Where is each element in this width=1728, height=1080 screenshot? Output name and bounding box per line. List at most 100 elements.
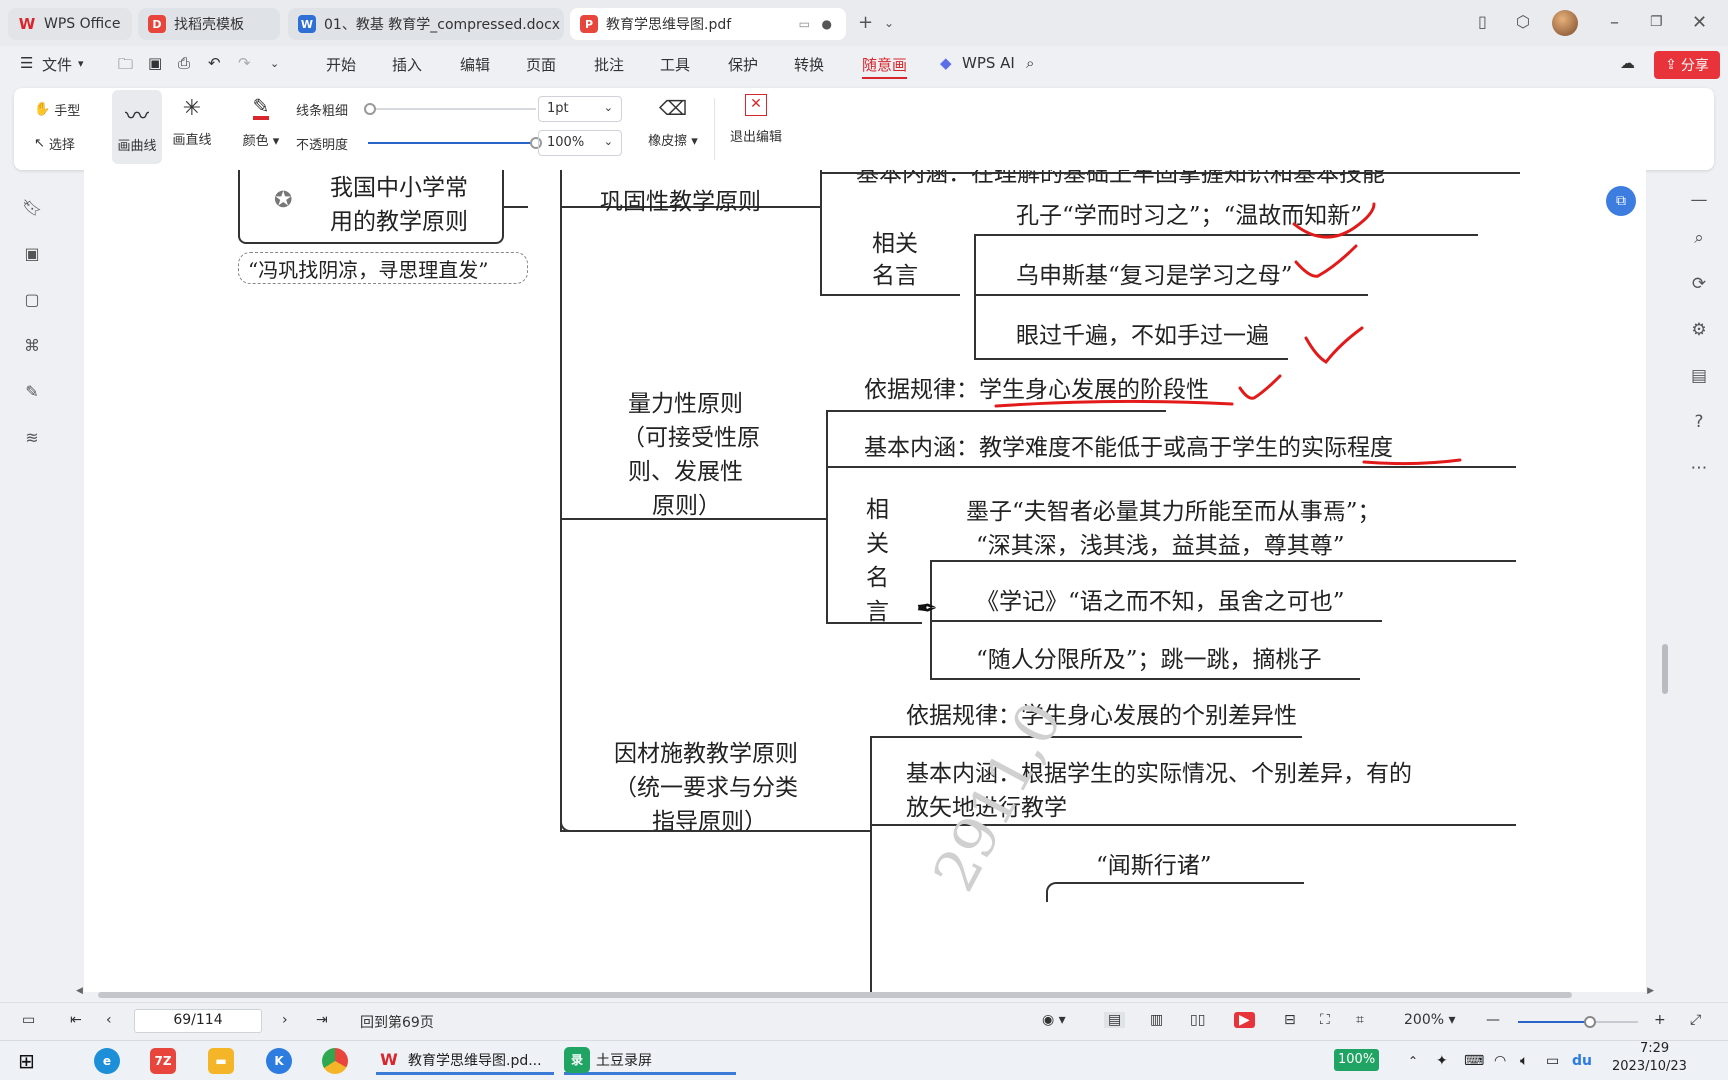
cube-icon[interactable]: ⬡ bbox=[1516, 12, 1530, 31]
draw-curve-button[interactable]: 〰 画曲线 bbox=[112, 90, 162, 164]
unsaved-dot-icon[interactable]: ● bbox=[822, 17, 832, 31]
menu-freehand[interactable]: 随意画 bbox=[862, 54, 908, 79]
taskbar-recorder[interactable]: 录 土豆录屏 bbox=[564, 1046, 736, 1075]
redo-icon[interactable]: ↷ bbox=[238, 54, 251, 72]
hamburger-icon[interactable]: ☰ bbox=[20, 54, 33, 72]
more-icon[interactable]: ⋯ bbox=[1688, 458, 1710, 480]
tab-wps-home[interactable]: W WPS Office bbox=[8, 8, 132, 40]
tray-keyboard-icon[interactable]: ⌨ bbox=[1464, 1047, 1484, 1075]
opacity-slider[interactable] bbox=[368, 137, 542, 149]
file-explorer-icon[interactable]: ▬ bbox=[208, 1047, 240, 1075]
new-tab-icon[interactable]: + bbox=[858, 12, 873, 33]
tab-list-chevron-icon[interactable]: ⌄ bbox=[884, 16, 894, 30]
menu-file[interactable]: 文件 bbox=[42, 54, 72, 75]
menu-edit[interactable]: 编辑 bbox=[460, 54, 490, 75]
zoom-slider[interactable] bbox=[1518, 1016, 1638, 1028]
share-button[interactable]: ⇪ 分享 bbox=[1654, 51, 1720, 79]
scroll-right-icon[interactable]: ▶ bbox=[1647, 986, 1654, 996]
continuous-view-icon[interactable]: ▥ bbox=[1150, 1012, 1163, 1028]
crop-icon[interactable]: ⌗ bbox=[1356, 1012, 1364, 1028]
color-button[interactable]: ✎ 颜色 ▾ bbox=[238, 96, 284, 149]
back-to-page-link[interactable]: 回到第69页 bbox=[360, 1012, 434, 1032]
exit-edit-button[interactable]: ✕ 退出编辑 bbox=[722, 94, 790, 145]
close-icon[interactable]: ✕ bbox=[1692, 12, 1707, 33]
sidebar-toggle-icon[interactable]: ▯ bbox=[1478, 12, 1487, 31]
baidu-icon[interactable]: du bbox=[1572, 1047, 1592, 1075]
page-number-input[interactable]: 69/114 bbox=[134, 1009, 262, 1033]
settings-sliders-icon[interactable]: ⚙ bbox=[1688, 320, 1710, 342]
minimize-icon[interactable]: – bbox=[1610, 12, 1619, 33]
comment-icon[interactable]: ▢ bbox=[22, 290, 42, 310]
line-width-thumb[interactable] bbox=[364, 103, 376, 115]
search-icon[interactable]: ⌕ bbox=[1026, 54, 1034, 72]
menu-protect[interactable]: 保护 bbox=[728, 54, 758, 75]
horizontal-scrollbar[interactable]: ◀ ▶ bbox=[76, 986, 1654, 1000]
start-icon[interactable]: ⊞ bbox=[18, 1047, 35, 1075]
battery-indicator[interactable]: 100% bbox=[1334, 1049, 1380, 1071]
clock-date[interactable]: 2023/10/23 bbox=[1612, 1059, 1687, 1074]
zoom-select[interactable]: 200% ▾ bbox=[1404, 1012, 1456, 1028]
line-width-select[interactable]: 1pt ⌄ bbox=[538, 96, 622, 122]
nav-panel-icon[interactable]: ▭ bbox=[22, 1012, 35, 1028]
attachment-icon[interactable]: ⌘ bbox=[22, 336, 42, 356]
fit-width-icon[interactable]: ⊟ bbox=[1284, 1012, 1296, 1028]
play-icon[interactable]: ▶ bbox=[1234, 1012, 1255, 1028]
menu-insert[interactable]: 插入 bbox=[392, 54, 422, 75]
menu-wps-ai[interactable]: WPS AI bbox=[962, 54, 1015, 72]
opacity-select[interactable]: 100% ⌄ bbox=[538, 130, 622, 156]
draw-line-button[interactable]: ✳ 画直线 bbox=[168, 96, 216, 148]
prev-page-icon[interactable]: ‹ bbox=[106, 1012, 112, 1028]
cloud-icon[interactable]: ☁ bbox=[1620, 54, 1635, 72]
monitor-icon[interactable]: ▭ bbox=[799, 17, 810, 31]
tray-app-icon[interactable]: ✦ bbox=[1436, 1047, 1448, 1075]
hand-tool-button[interactable]: ✋ 手型 bbox=[34, 100, 80, 119]
signature-icon[interactable]: ✎ bbox=[22, 382, 42, 402]
print-icon[interactable]: ⎙ bbox=[178, 54, 190, 72]
last-page-icon[interactable]: ⇥ bbox=[316, 1012, 328, 1028]
translate-icon[interactable]: ⟳ bbox=[1688, 274, 1710, 296]
book-icon[interactable]: ▤ bbox=[1688, 366, 1710, 388]
menu-start[interactable]: 开始 bbox=[326, 54, 356, 75]
avatar[interactable] bbox=[1552, 10, 1578, 36]
undo-icon[interactable]: ↶ bbox=[208, 54, 221, 72]
single-page-view-icon[interactable]: ▤ bbox=[1104, 1012, 1126, 1028]
vertical-scrollbar-thumb[interactable] bbox=[1662, 644, 1668, 694]
layers-icon[interactable]: ≋ bbox=[22, 428, 42, 448]
edge-icon[interactable]: e bbox=[94, 1047, 126, 1075]
ink-annotations[interactable] bbox=[84, 170, 1646, 992]
wps-ai-icon[interactable]: ◆ bbox=[940, 54, 952, 72]
open-folder-icon[interactable]: 🗀 bbox=[118, 54, 133, 79]
menu-convert[interactable]: 转换 bbox=[794, 54, 824, 75]
fullscreen-icon[interactable]: ⤢ bbox=[1690, 1012, 1701, 1028]
zoom-in-icon[interactable]: + bbox=[1654, 1012, 1666, 1028]
7zip-icon[interactable]: 7Z bbox=[150, 1047, 182, 1075]
next-page-icon[interactable]: › bbox=[282, 1012, 288, 1028]
fit-page-icon[interactable]: ⛶ bbox=[1320, 1012, 1330, 1028]
pdf-page[interactable]: ⧉ ✪ 我国中小学常 用的教学原则 “冯巩找阴凉，寻思理直发” 基本内涵：在理解… bbox=[84, 170, 1646, 992]
scrollbar-thumb[interactable] bbox=[98, 992, 1572, 998]
save-icon[interactable]: ▣ bbox=[148, 54, 162, 72]
menu-comment[interactable]: 批注 bbox=[594, 54, 624, 75]
volume-icon[interactable]: 🔈︎ bbox=[1520, 1047, 1528, 1075]
zoom-slider-thumb[interactable] bbox=[1584, 1016, 1596, 1028]
thumbnail-icon[interactable]: ▣ bbox=[22, 244, 42, 264]
tab-docer-templates[interactable]: D 找稻壳模板 bbox=[138, 8, 280, 40]
maximize-icon[interactable]: ❐ bbox=[1650, 14, 1663, 30]
select-tool-button[interactable]: ↖ 选择 bbox=[34, 134, 75, 153]
first-page-icon[interactable]: ⇤ bbox=[70, 1012, 82, 1028]
tray-chevron-icon[interactable]: ⌃ bbox=[1408, 1047, 1418, 1075]
battery-icon[interactable]: ▭ bbox=[1546, 1047, 1559, 1075]
chevron-down-icon[interactable]: ▾ bbox=[78, 57, 84, 70]
menu-page[interactable]: 页面 bbox=[526, 54, 556, 75]
zoom-out-icon[interactable]: — bbox=[1486, 1012, 1500, 1028]
taskbar-wps-pdf[interactable]: W 教育学思维导图.pd... bbox=[376, 1047, 554, 1075]
line-width-slider[interactable] bbox=[364, 103, 536, 115]
eraser-button[interactable]: ⌫ 橡皮擦 ▾ bbox=[642, 96, 704, 149]
tab-docx-file[interactable]: W 01、教基 教育学_compressed.docx bbox=[288, 8, 564, 40]
bookmark-icon[interactable]: 🔖︎ bbox=[22, 198, 42, 218]
search-icon[interactable]: ⌕ bbox=[1688, 228, 1710, 250]
scroll-left-icon[interactable]: ◀ bbox=[76, 986, 83, 996]
menu-tools[interactable]: 工具 bbox=[660, 54, 690, 75]
clock-time[interactable]: 7:29 bbox=[1640, 1041, 1669, 1056]
wifi-icon[interactable]: ◠ bbox=[1494, 1047, 1506, 1075]
